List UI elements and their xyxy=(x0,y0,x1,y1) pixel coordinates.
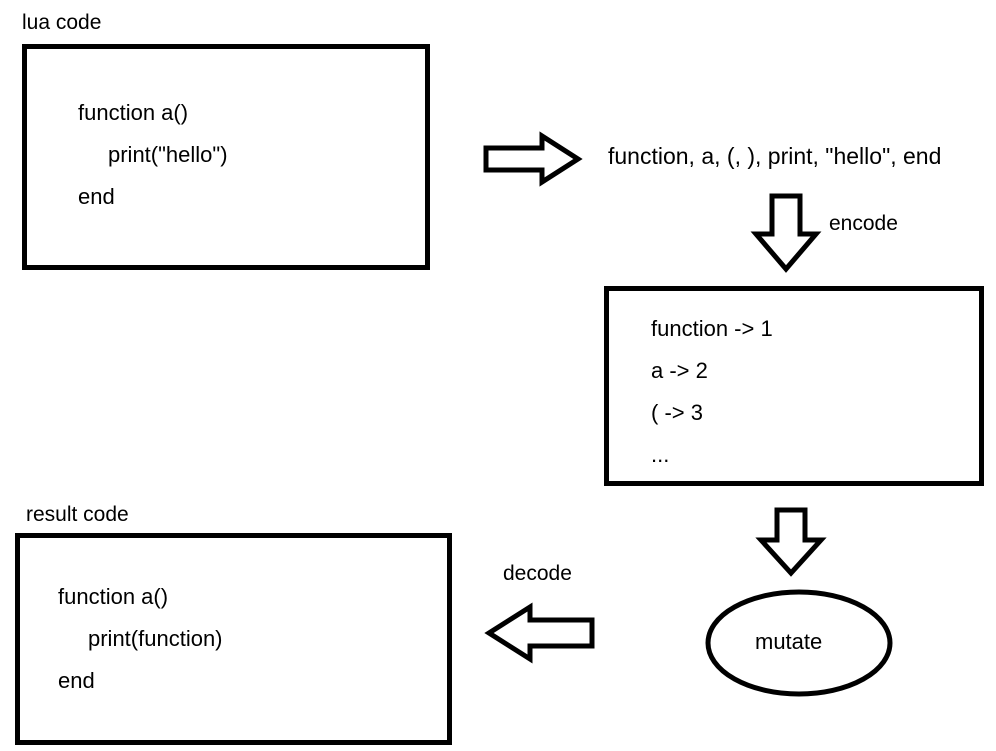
result-code-line-1: function a() xyxy=(58,584,169,609)
result-code-caption: result code xyxy=(26,503,129,526)
encoding-table-box: function -> 1 a -> 2 ( -> 3 ... xyxy=(604,286,984,486)
result-code-line-2: print(function) xyxy=(88,626,223,651)
token-list-text: function, a, (, ), print, "hello", end xyxy=(608,143,942,169)
encode-arrow-icon xyxy=(750,193,822,273)
encoding-row-2: a -> 2 xyxy=(651,358,708,383)
lua-code-box: function a() print("hello") end xyxy=(22,44,430,270)
lua-code-line-2: print("hello") xyxy=(108,142,228,167)
lua-code-caption: lua code xyxy=(22,11,102,34)
encoding-row-3: ( -> 3 xyxy=(651,400,703,425)
encoding-row-1: function -> 1 xyxy=(651,316,773,341)
lua-code-line-3: end xyxy=(78,184,115,209)
lua-code-line-1: function a() xyxy=(78,100,189,125)
result-code-line-3: end xyxy=(58,668,95,693)
mutate-node-label: mutate xyxy=(755,629,823,654)
decode-arrow-icon xyxy=(484,602,595,664)
encoding-row-4: ... xyxy=(651,442,670,467)
result-code-box: function a() print(function) end xyxy=(15,533,452,745)
encode-arrow-label: encode xyxy=(829,212,898,235)
tokenize-arrow-icon xyxy=(483,131,583,187)
mutate-arrow-icon xyxy=(755,507,827,577)
decode-arrow-label: decode xyxy=(503,562,572,585)
diagram-canvas: lua code function a() print("hello") end… xyxy=(0,0,996,751)
